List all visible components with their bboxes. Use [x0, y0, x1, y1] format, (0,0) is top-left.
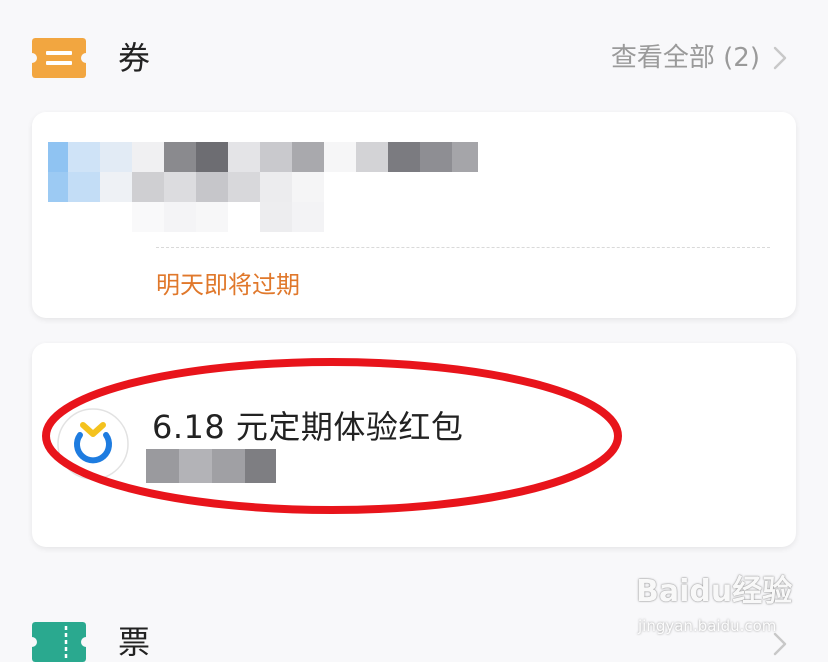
- red-packet-title: 6.18 元定期体验红包: [152, 408, 464, 446]
- ticket-stripe-icon: [32, 38, 86, 78]
- blurred-coupon-details: [48, 142, 478, 234]
- chevron-right-icon[interactable]: [766, 44, 794, 72]
- baidu-jingyan-watermark: Baidu经验 jingyan.baidu.com: [636, 572, 806, 642]
- view-all-coupons-link[interactable]: 查看全部 (2): [611, 40, 760, 76]
- expire-notice: 明天即将过期: [156, 271, 300, 299]
- coupons-section-title: 券: [118, 39, 151, 77]
- ticket-perforated-icon: [32, 622, 86, 662]
- page: 券 查看全部 (2) 明天即将过期 6.18 元定期体验红包 票 Baidu经验…: [0, 0, 828, 662]
- watermark-url-text: jingyan.baidu.com: [638, 617, 777, 635]
- card-divider: [156, 247, 770, 248]
- tickets-section-title: 票: [118, 623, 151, 661]
- watermark-logo-text: Baidu经验: [636, 574, 793, 609]
- coupon-card-expiring[interactable]: 明天即将过期: [32, 112, 796, 318]
- clock-coin-icon: [57, 408, 129, 480]
- coupons-section-header[interactable]: 券 查看全部 (2): [0, 28, 828, 88]
- coupon-card-red-packet[interactable]: 6.18 元定期体验红包: [32, 343, 796, 547]
- blurred-coupon-subtitle: [146, 449, 276, 483]
